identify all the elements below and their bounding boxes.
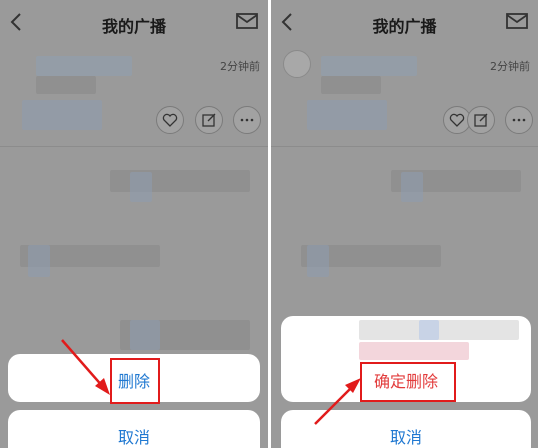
right-screen: 我的广播 2分钟前 确定删除 取消 [271, 0, 538, 448]
left-screen: 我的广播 2分钟前 删除 取消 [0, 0, 268, 448]
annotation-arrow [314, 378, 361, 425]
annotation-arrow [61, 339, 110, 395]
